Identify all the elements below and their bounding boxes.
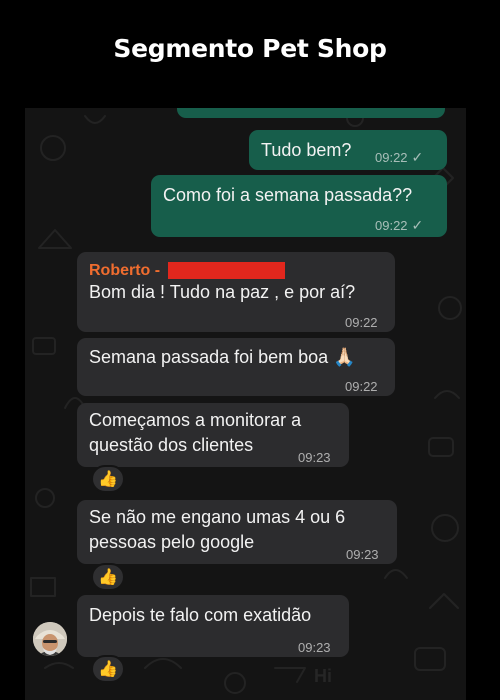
message-time: 09:22: [345, 379, 378, 394]
message-text: Bom dia ! Tudo na paz , e por aí?: [89, 282, 356, 302]
page-title: Segmento Pet Shop: [113, 34, 387, 63]
message-bubble-incoming[interactable]: Roberto - Bom dia ! Tudo na paz , e por …: [77, 252, 395, 332]
message-time: 09:23: [298, 450, 331, 465]
message-time: 09:22: [345, 315, 378, 330]
avatar[interactable]: [33, 622, 67, 656]
message-bubble-incoming[interactable]: Se não me engano umas 4 ou 6 pessoas pel…: [77, 500, 397, 564]
read-check-icon: ✓: [411, 149, 424, 165]
message-time: 09:22: [375, 218, 408, 233]
message-text: Depois te falo com exatidão: [89, 605, 312, 625]
reaction-badge[interactable]: 👍: [91, 563, 125, 591]
message-text-line: Começamos a monitorar a: [89, 410, 302, 430]
thumbs-up-icon: 👍: [98, 471, 118, 488]
message-time: 09:23: [346, 547, 379, 562]
thumbs-up-icon: 👍: [98, 661, 118, 678]
message-bubble-incoming[interactable]: Depois te falo com exatidão 09:23: [77, 595, 349, 657]
message-text: Tudo bem?: [261, 140, 352, 160]
reaction-badge[interactable]: 👍: [91, 465, 125, 493]
message-bubble-outgoing[interactable]: Como foi a semana passada?? 09:22 ✓: [151, 175, 447, 237]
message-bubble-incoming[interactable]: Semana passada foi bem boa 🙏🏻 09:22: [77, 338, 395, 396]
read-check-icon: ✓: [411, 217, 424, 233]
message-text: Semana passada foi bem boa 🙏🏻: [89, 345, 356, 370]
reaction-badge[interactable]: 👍: [91, 655, 125, 683]
message-meta: 09:22 ✓: [375, 145, 423, 170]
message-bubble-outgoing[interactable]: Tudo bem? 09:22 ✓: [249, 130, 447, 170]
previous-message-bubble[interactable]: [177, 108, 445, 118]
message-text: Como foi a semana passada??: [163, 185, 413, 205]
chat-panel[interactable]: Hi Tudo bem? 09:22 ✓ Como foi a semana p…: [25, 108, 466, 700]
header: Segmento Pet Shop: [0, 0, 500, 108]
redacted-name-bar: [168, 262, 286, 279]
message-text-line: questão dos clientes: [89, 435, 254, 455]
message-time: 09:23: [298, 640, 331, 655]
message-text-line: Se não me engano umas 4 ou 6: [89, 507, 346, 527]
message-meta: 09:22 ✓: [375, 213, 423, 238]
message-bubble-incoming[interactable]: Começamos a monitorar a questão dos clie…: [77, 403, 349, 467]
avatar-photo: [33, 622, 67, 656]
message-text-body: Semana passada foi bem boa: [89, 347, 329, 367]
svg-text:Hi: Hi: [314, 666, 332, 686]
message-time: 09:22: [375, 150, 408, 165]
message-text-line: pessoas pelo google: [89, 532, 255, 552]
thumbs-up-icon: 👍: [98, 569, 118, 586]
praying-hands-icon: 🙏🏻: [333, 347, 356, 367]
